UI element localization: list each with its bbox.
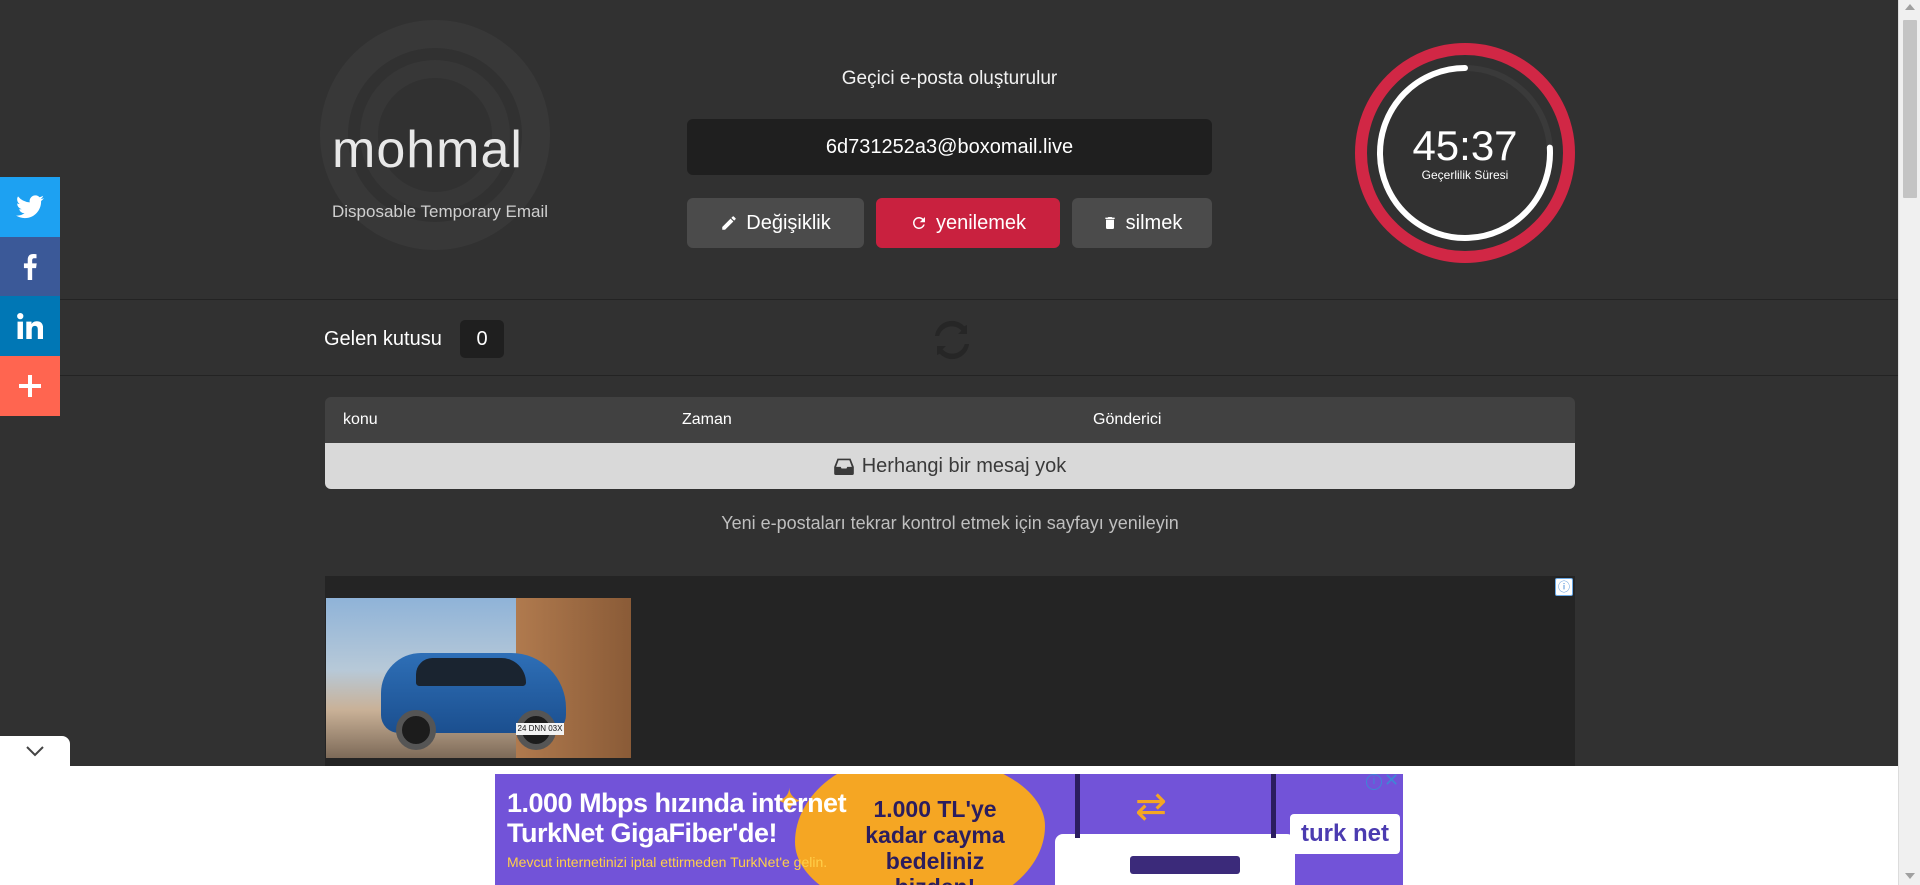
car-plate: 24 DNN 03X — [516, 723, 564, 735]
timer-value: 45:37 — [1412, 122, 1518, 169]
chevron-down-icon — [26, 746, 44, 757]
share-more-button[interactable] — [0, 356, 60, 416]
swap-arrows-icon: ⇄ — [1135, 786, 1167, 828]
ad-info-icon[interactable]: ⓘ — [1555, 578, 1573, 596]
inbox-tray-icon — [833, 458, 854, 475]
share-twitter-button[interactable] — [0, 177, 60, 237]
inbox-bar: Gelen kutusu 0 — [0, 302, 1898, 376]
car-ad-image[interactable]: 24 DNN 03X — [326, 598, 631, 758]
email-address-display[interactable]: 6d731252a3@boxomail.live — [687, 119, 1212, 175]
bottom-ad-info-icon[interactable]: i — [1366, 774, 1382, 790]
empty-inbox-row: Herhangi bir mesaj yok — [325, 443, 1575, 489]
ad-headline-2: TurkNet GigaFiber'de! — [507, 818, 777, 848]
refresh-hint: Yeni e-postaları tekrar kontrol etmek iç… — [721, 513, 1179, 533]
scroll-down-arrow-icon[interactable] — [1905, 873, 1915, 879]
ad-headline-1: 1.000 Mbps hızında internet — [507, 788, 847, 818]
facebook-icon — [23, 254, 37, 280]
refresh-button[interactable]: yenilemek — [876, 198, 1060, 248]
logo[interactable]: mohmal Disposable Temporary Email — [320, 20, 580, 260]
turknet-logo: turk net — [1290, 814, 1400, 854]
ad-offer-text: 1.000 TL'ye kadar cayma bedeliniz bizden… — [865, 796, 1005, 885]
bottom-ad-bar: ✦ 1.000 Mbps hızında internet TurkNet Gi… — [0, 766, 1898, 885]
scrollbar-thumb[interactable] — [1903, 20, 1917, 198]
column-time[interactable]: Zaman — [682, 411, 732, 429]
ad-subline: Mevcut internetinizi iptal ettirmeden Tu… — [507, 854, 828, 870]
share-linkedin-button[interactable] — [0, 296, 60, 356]
router-illustration — [1055, 774, 1295, 885]
change-button[interactable]: Değişiklik — [687, 198, 864, 248]
logo-tagline: Disposable Temporary Email — [332, 202, 549, 221]
refresh-icon — [912, 216, 925, 229]
delete-button[interactable]: silmek — [1072, 198, 1212, 248]
delete-button-label: silmek — [1125, 211, 1183, 234]
column-sender[interactable]: Gönderici — [1093, 411, 1161, 429]
trash-icon — [1104, 217, 1115, 229]
generator-title: Geçici e-posta oluşturulur — [841, 68, 1058, 89]
ad-block[interactable]: ⓘ 24 DNN 03X — [325, 576, 1575, 766]
collapse-ad-tab[interactable] — [0, 736, 70, 766]
bottom-ad-close-icon[interactable]: ✕ — [1384, 770, 1399, 791]
pencil-icon — [722, 216, 737, 230]
change-button-label: Değişiklik — [746, 211, 831, 234]
share-facebook-button[interactable] — [0, 237, 60, 297]
header: mohmal Disposable Temporary Email Geçici… — [0, 0, 1898, 300]
linkedin-icon — [17, 313, 43, 339]
plus-icon — [19, 375, 41, 397]
page-scrollbar[interactable] — [1898, 0, 1920, 885]
twitter-icon — [16, 195, 44, 219]
inbox-label: Gelen kutusu — [324, 328, 442, 350]
scroll-up-arrow-icon[interactable] — [1905, 4, 1915, 10]
expiry-timer: 45:37 Geçerlilik Süresi — [1354, 42, 1576, 264]
inbox-count-badge: 0 — [460, 320, 504, 358]
timer-label: Geçerlilik Süresi — [1421, 168, 1509, 182]
logo-brand: mohmal — [332, 121, 523, 179]
messages-table-header: konu Zaman Gönderici — [325, 397, 1575, 443]
bottom-ad-banner[interactable]: ✦ 1.000 Mbps hızında internet TurkNet Gi… — [495, 774, 1403, 885]
refresh-button-label: yenilemek — [935, 211, 1027, 234]
empty-inbox-message: Herhangi bir mesaj yok — [861, 454, 1067, 477]
inbox-refresh-icon[interactable] — [928, 316, 976, 369]
column-subject[interactable]: konu — [343, 411, 378, 429]
